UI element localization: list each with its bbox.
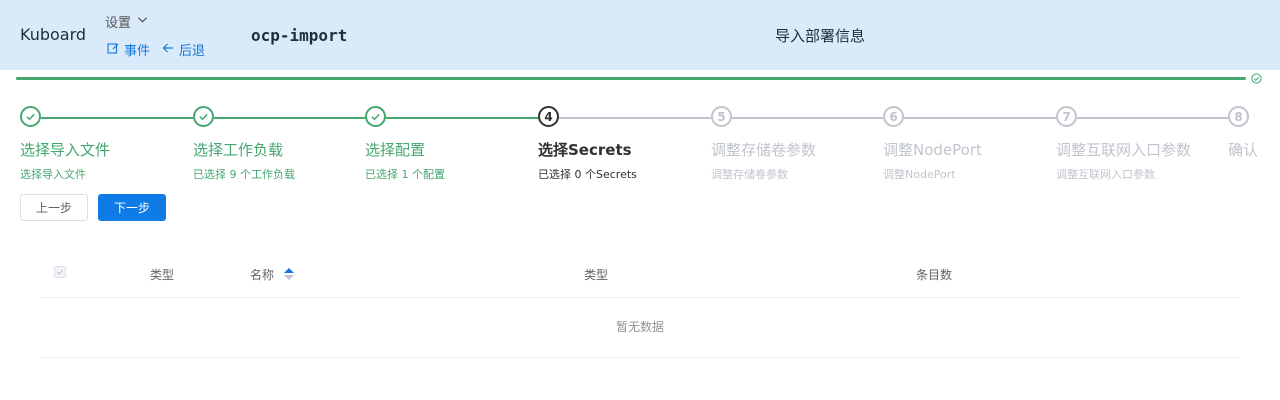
step-number: 6 [883, 106, 904, 127]
step-connector [1077, 117, 1228, 119]
step-description: 调整NodePort [883, 168, 956, 181]
steps-bar: 选择导入文件 选择导入文件 选择工作负载 已选择 9 个工作负载 选择配置 已选择 1 个… [0, 104, 1280, 184]
step-connector [559, 117, 711, 119]
step-title: 调整互联网入口参数 [1056, 141, 1192, 159]
progress-fill [16, 77, 1246, 80]
step-connector [41, 117, 193, 119]
secrets-table: 类型 名称 类型 条目数 暂无数据 [40, 250, 1240, 358]
top-header: Kuboard 设置 事件 后退 ocp-import 导入部署信息 [0, 0, 1280, 70]
table-empty-text: 暂无数据 [40, 298, 1240, 358]
step-description: 已选择 9 个工作负载 [193, 168, 295, 181]
column-header-entries: 条目数 [916, 268, 953, 282]
step-number: 8 [1228, 106, 1249, 127]
page-title-wrap: 导入部署信息 [0, 0, 1280, 70]
step-number: 5 [711, 106, 732, 127]
step-check-icon [20, 106, 41, 127]
prev-step-button[interactable]: 上一步 [20, 194, 88, 221]
table-header: 类型 名称 类型 条目数 [40, 250, 1240, 298]
step-title: 选择工作负载 [193, 141, 284, 159]
step-connector [904, 117, 1056, 119]
select-all-checkbox[interactable] [54, 266, 66, 278]
circle-check-icon [1251, 73, 1262, 84]
step-check-icon [365, 106, 386, 127]
step-title: 选择导入文件 [20, 141, 111, 159]
next-step-button[interactable]: 下一步 [98, 194, 166, 221]
step-number: 4 [538, 106, 559, 127]
step-title: 选择配置 [365, 141, 426, 159]
column-header-name[interactable]: 名称 [250, 266, 294, 283]
check-icon [56, 269, 64, 275]
step-title: 确认 [1228, 141, 1259, 159]
column-header-kind: 类型 [150, 268, 175, 282]
step-description: 调整存储卷参数 [711, 168, 788, 181]
step-description: 已选择 1 个配置 [365, 168, 445, 181]
page-title: 导入部署信息 [774, 27, 865, 45]
sort-icon[interactable] [283, 267, 294, 280]
step-title: 调整NodePort [883, 141, 982, 159]
step-check-icon [193, 106, 214, 127]
column-header-type: 类型 [584, 268, 609, 282]
step-description: 调整互联网入口参数 [1056, 168, 1155, 181]
step-title: 调整存储卷参数 [711, 141, 817, 159]
step-connector [732, 117, 883, 119]
step-number: 7 [1056, 106, 1077, 127]
step-title: 选择Secrets [538, 141, 632, 159]
step-description: 已选择 0 个Secrets [538, 168, 637, 181]
progress-bar [16, 77, 1246, 80]
step-connector [214, 117, 365, 119]
column-header-name-label: 名称 [250, 268, 275, 282]
step-connector [386, 117, 538, 119]
step-description: 选择导入文件 [20, 168, 86, 181]
